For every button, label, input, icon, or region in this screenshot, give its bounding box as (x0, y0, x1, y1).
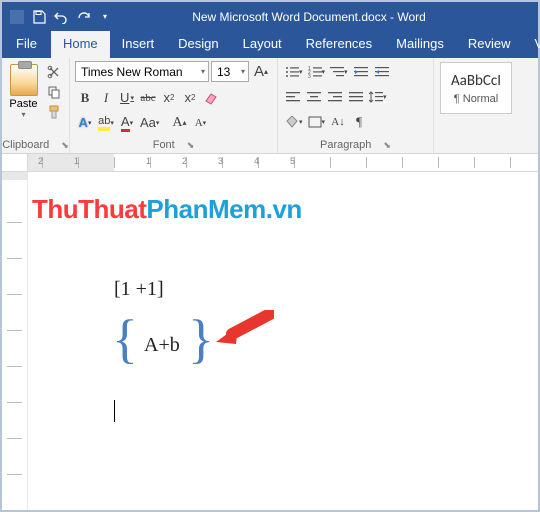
horizontal-ruler[interactable]: 2 1 1 2 3 4 5 (2, 154, 538, 172)
group-label-font: Font (153, 139, 175, 151)
tab-home[interactable]: Home (51, 31, 110, 58)
group-paragraph: ▾ 123▾ ▾ ▾ ▾ ▾ A↓ ¶ Paragraph ⬊ (278, 58, 434, 153)
shrink-font-button[interactable]: A▾ (190, 112, 210, 133)
annotation-arrow-icon (212, 310, 274, 350)
group-label-clipboard: Clipboard (2, 139, 49, 151)
multilevel-icon[interactable]: ▾ (328, 61, 350, 82)
eraser-icon[interactable] (201, 87, 221, 108)
grow-font-button[interactable]: A▴ (169, 112, 189, 133)
qat-customize-icon[interactable]: ▾ (96, 8, 114, 26)
left-brace: { (112, 308, 138, 370)
quick-access-toolbar: ▾ (2, 8, 120, 26)
group-font: Times New Roman▾ 13▾ A▴ B I U▾ abc x2 x2… (70, 58, 278, 153)
tab-layout[interactable]: Layout (231, 31, 294, 58)
underline-button[interactable]: U▾ (117, 87, 137, 108)
borders-icon[interactable]: ▾ (306, 111, 328, 132)
decrease-indent-icon[interactable] (351, 61, 371, 82)
bold-button[interactable]: B (75, 87, 95, 108)
align-left-icon[interactable] (283, 86, 303, 107)
tab-view[interactable]: View (522, 31, 540, 58)
clipboard-dialog-launcher-icon[interactable]: ⬊ (61, 140, 69, 151)
right-brace: } (188, 308, 214, 370)
increase-indent-icon[interactable] (372, 61, 392, 82)
ribbon: Paste ▾ Clipboard ⬊ Times New Roman▾ 13▾ … (2, 58, 538, 154)
show-marks-icon[interactable]: ¶ (349, 111, 369, 132)
font-color-button[interactable]: A▾ (117, 112, 137, 133)
format-painter-icon[interactable] (44, 103, 64, 121)
title-bar: ▾ New Microsoft Word Document.docx - Wor… (2, 2, 538, 31)
watermark: ThuThuatPhanMem.vn (32, 194, 302, 225)
justify-icon[interactable] (346, 86, 366, 107)
tab-insert[interactable]: Insert (110, 31, 167, 58)
shading-icon[interactable]: ▾ (283, 111, 305, 132)
cut-icon[interactable] (44, 63, 64, 81)
align-right-icon[interactable] (325, 86, 345, 107)
highlight-button[interactable]: ab▾ (96, 112, 116, 133)
font-name-combo[interactable]: Times New Roman▾ (75, 61, 209, 82)
strikethrough-button[interactable]: abc (138, 87, 158, 108)
tab-design[interactable]: Design (166, 31, 230, 58)
word-app-icon[interactable] (8, 8, 26, 26)
style-normal[interactable]: AaBbCcI ¶ Normal (440, 62, 512, 114)
window-title: New Microsoft Word Document.docx - Word (120, 10, 538, 24)
italic-button[interactable]: I (96, 87, 116, 108)
svg-text:3: 3 (308, 74, 311, 78)
bullets-icon[interactable]: ▾ (283, 61, 305, 82)
paste-button[interactable]: Paste ▾ (7, 61, 40, 137)
paragraph-dialog-launcher-icon[interactable]: ⬊ (383, 140, 391, 151)
grow-font-icon[interactable]: A▴ (251, 61, 271, 82)
tab-review[interactable]: Review (456, 31, 523, 58)
tab-file[interactable]: File (2, 31, 51, 58)
redo-icon[interactable] (74, 8, 92, 26)
line-spacing-icon[interactable]: ▾ (367, 86, 389, 107)
font-dialog-launcher-icon[interactable]: ⬊ (187, 140, 195, 151)
tab-mailings[interactable]: Mailings (384, 31, 456, 58)
copy-icon[interactable] (44, 83, 64, 101)
vertical-ruler[interactable] (2, 172, 28, 510)
paste-icon (10, 64, 38, 96)
font-size-combo[interactable]: 13▾ (211, 61, 249, 82)
sort-icon[interactable]: A↓ (328, 111, 348, 132)
group-styles: AaBbCcI ¶ Normal (434, 58, 538, 153)
document-page[interactable]: ThuThuatPhanMem.vn [1 +1] { A+b } (28, 172, 538, 510)
text-effects-button[interactable]: A▾ (75, 112, 95, 133)
undo-icon[interactable] (52, 8, 70, 26)
align-center-icon[interactable] (304, 86, 324, 107)
document-area: ThuThuatPhanMem.vn [1 +1] { A+b } (2, 172, 538, 510)
subscript-button[interactable]: x2 (159, 87, 179, 108)
document-text-line-2[interactable]: A+b (144, 334, 180, 357)
ribbon-tabs: File Home Insert Design Layout Reference… (2, 31, 538, 58)
text-cursor (114, 400, 115, 422)
save-icon[interactable] (30, 8, 48, 26)
group-clipboard: Paste ▾ Clipboard ⬊ (2, 58, 70, 153)
document-text-line-1[interactable]: [1 +1] (114, 278, 164, 301)
change-case-button[interactable]: Aa▾ (138, 112, 161, 133)
superscript-button[interactable]: x2 (180, 87, 200, 108)
tab-references[interactable]: References (294, 31, 384, 58)
numbering-icon[interactable]: 123▾ (306, 61, 328, 82)
group-label-paragraph: Paragraph (320, 139, 371, 151)
